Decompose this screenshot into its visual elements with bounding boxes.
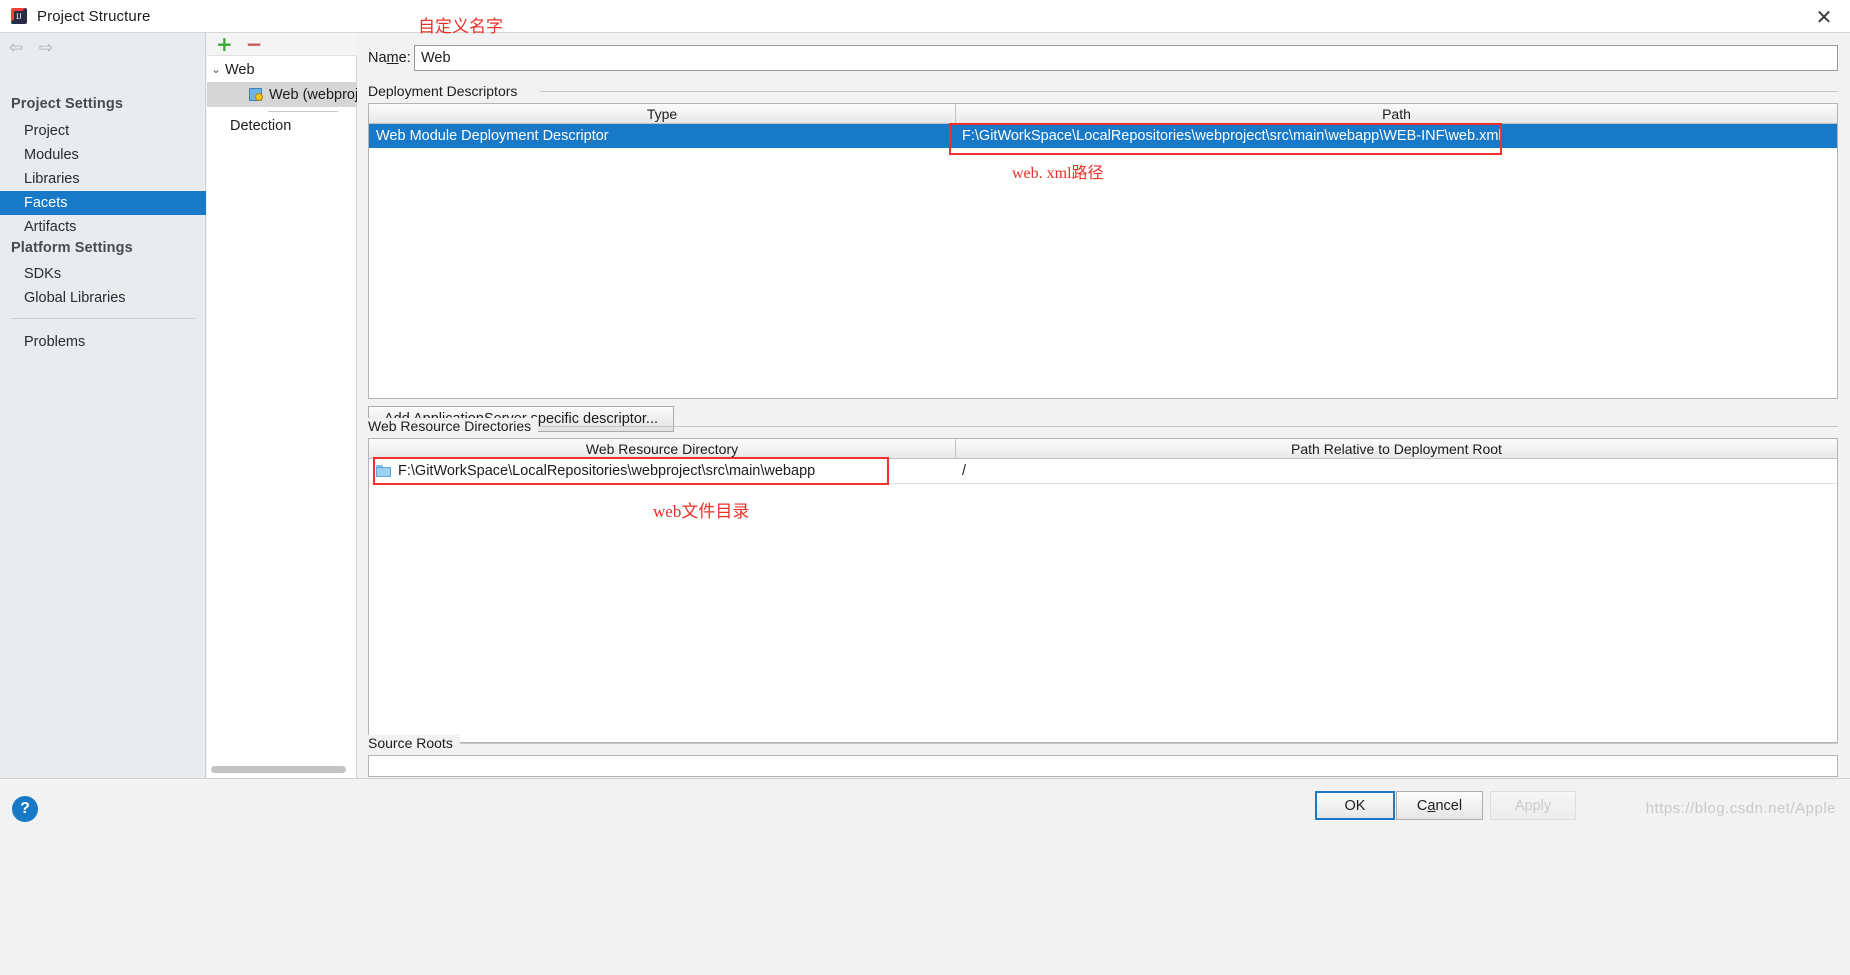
sidebar-group-project-settings: Project Settings — [11, 96, 123, 112]
name-label-pre: Na — [368, 50, 387, 66]
dialog-footer: ? OK Ca ncel Apply https://blog.csdn.net/… — [0, 778, 1850, 975]
cell-web-resource-directory-text: F:\GitWorkSpace\LocalRepositories\webpro… — [398, 463, 816, 479]
name-label-post: e: — [398, 50, 411, 66]
tree-node-web-facet[interactable]: Web (webproj — [207, 82, 357, 107]
cell-descriptor-path: F:\GitWorkSpace\LocalRepositories\webpro… — [962, 128, 1502, 144]
annotation-custom-name: 自定义名字 — [418, 17, 503, 36]
web-resources-table-toolbar: + − ? — [1844, 444, 1850, 559]
sidebar-divider — [11, 318, 195, 319]
sidebar-item-modules[interactable]: Modules — [0, 143, 206, 167]
arrow-left-icon[interactable]: ⇦ — [6, 38, 26, 58]
web-facet-icon — [249, 87, 264, 102]
web-resources-table-header: Web Resource Directory Path Relative to … — [369, 439, 1837, 459]
question-mark-icon[interactable]: ? — [12, 796, 38, 822]
name-input[interactable] — [414, 45, 1838, 71]
table-row[interactable]: F:\GitWorkSpace\LocalRepositories\webpro… — [369, 459, 1837, 483]
name-label: Name: — [368, 50, 414, 66]
sidebar-item-facets[interactable]: Facets — [0, 191, 206, 215]
apply-button: Apply — [1490, 791, 1576, 820]
column-header-path[interactable]: Path — [955, 104, 1837, 123]
name-row: Name: — [368, 43, 1838, 73]
sidebar-item-global-libraries[interactable]: Global Libraries — [0, 286, 206, 310]
cancel-btn-post: ncel — [1435, 797, 1463, 814]
ok-button[interactable]: OK — [1315, 791, 1395, 820]
chevron-down-icon[interactable]: ⌄ — [207, 63, 225, 76]
column-header-relative-path[interactable]: Path Relative to Deployment Root — [955, 439, 1837, 458]
cell-relative-path: / — [962, 463, 967, 479]
cancel-btn-pre: C — [1416, 797, 1428, 814]
sidebar-item-artifacts[interactable]: Artifacts — [0, 215, 206, 239]
plus-icon[interactable]: + — [216, 34, 233, 54]
row-underline — [369, 483, 1837, 484]
folder-icon — [376, 464, 392, 478]
plus-icon[interactable]: + — [1845, 109, 1850, 131]
tree-node-detection-label: Detection — [230, 117, 292, 134]
sidebar-group-platform-settings: Platform Settings — [11, 240, 133, 256]
apply-button-label: Apply — [1514, 797, 1552, 814]
window-title: Project Structure — [37, 7, 151, 25]
pencil-icon[interactable] — [1845, 171, 1850, 193]
title-bar: IJ Project Structure ✕ — [0, 0, 1850, 33]
deployment-descriptors-rule — [540, 91, 1838, 92]
facet-editor-pane: Name: Deployment Descriptors Type Path W… — [358, 33, 1850, 778]
deployment-table-header: Type Path — [369, 104, 1837, 124]
cell-web-resource-directory: F:\GitWorkSpace\LocalRepositories\webpro… — [369, 459, 955, 483]
tree-node-web-label: Web — [225, 61, 255, 78]
project-structure-dialog: IJ Project Structure ✕ ⇦ ⇨ Project Setti… — [0, 0, 1850, 975]
nav-arrows: ⇦ ⇨ — [6, 38, 56, 58]
annotation-web-directory: web文件目录 — [653, 502, 750, 521]
column-header-type[interactable]: Type — [369, 104, 955, 123]
watermark: https://blog.csdn.net/Apple — [1645, 800, 1836, 817]
sidebar-item-project[interactable]: Project — [0, 119, 206, 143]
tree-horizontal-scrollbar[interactable] — [211, 766, 346, 773]
tree-separator — [268, 111, 338, 112]
column-header-web-resource-directory[interactable]: Web Resource Directory — [369, 439, 955, 458]
name-label-accel: m — [386, 50, 399, 66]
source-roots-table — [368, 755, 1838, 777]
sidebar-item-sdks[interactable]: SDKs — [0, 262, 206, 286]
web-resource-directories-table: Web Resource Directory Path Relative to … — [368, 438, 1838, 743]
annotation-web-xml-path: web. xml路径 — [1012, 165, 1104, 182]
source-roots-label: Source Roots — [368, 735, 460, 751]
sidebar-item-libraries[interactable]: Libraries — [0, 167, 206, 191]
minus-icon[interactable]: − — [1845, 140, 1850, 162]
arrow-right-icon[interactable]: ⇨ — [36, 38, 56, 58]
facets-tree-panel: + − ⌄ Web Web (webproj Detection — [207, 33, 357, 778]
cell-descriptor-type: Web Module Deployment Descriptor — [376, 128, 609, 144]
tree-node-web[interactable]: ⌄ Web — [207, 57, 357, 82]
ok-button-label: OK — [1344, 797, 1366, 814]
deployment-table-toolbar: + − — [1844, 109, 1850, 193]
web-resource-directories-rule — [522, 426, 1838, 427]
cancel-btn-accel: a — [1427, 797, 1436, 814]
facets-tree-toolbar: + − — [207, 33, 357, 56]
close-icon[interactable]: ✕ — [1798, 0, 1850, 33]
question-mark-icon[interactable]: ? — [1845, 537, 1850, 559]
intellij-idea-icon: IJ — [11, 8, 27, 24]
settings-sidebar: ⇦ ⇨ Project Settings Project Modules Lib… — [0, 33, 206, 778]
web-resource-directories-label: Web Resource Directories — [368, 418, 539, 434]
deployment-descriptors-table: Type Path Web Module Deployment Descript… — [368, 103, 1838, 399]
pencil-icon[interactable] — [1845, 506, 1850, 528]
minus-icon[interactable]: − — [246, 34, 263, 54]
minus-icon[interactable]: − — [1845, 475, 1850, 497]
deployment-descriptors-label: Deployment Descriptors — [368, 83, 525, 99]
plus-icon[interactable]: + — [1845, 444, 1850, 466]
source-roots-rule — [453, 743, 1838, 744]
cancel-button[interactable]: Ca ncel — [1396, 791, 1483, 820]
sidebar-item-problems[interactable]: Problems — [0, 330, 206, 354]
tree-node-web-facet-label: Web (webproj — [269, 86, 357, 103]
table-row[interactable]: Web Module Deployment Descriptor F:\GitW… — [369, 124, 1837, 148]
tree-node-detection[interactable]: Detection — [207, 113, 357, 138]
